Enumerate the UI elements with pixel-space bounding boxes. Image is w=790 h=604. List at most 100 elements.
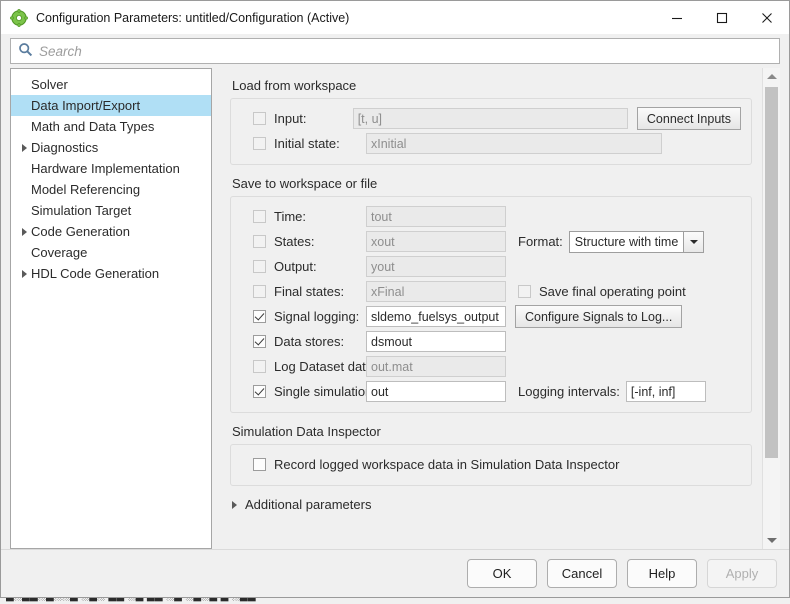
group-load-from-workspace: Input: [t, u] Connect Inputs Initial sta… <box>230 98 752 165</box>
group-simulation-data-inspector: Record logged workspace data in Simulati… <box>230 444 752 486</box>
connect-inputs-button[interactable]: Connect Inputs <box>636 107 741 130</box>
expand-arrow-icon[interactable] <box>17 269 31 278</box>
ok-button[interactable]: OK <box>467 559 537 588</box>
settings-pane-wrap: Load from workspace Input: [t, u] Connec… <box>220 68 780 549</box>
section-title-simulation-data-inspector: Simulation Data Inspector <box>232 424 381 439</box>
initial-state-checkbox[interactable] <box>253 137 266 150</box>
row-states: States: xout Format: Structure with time <box>241 229 741 254</box>
tree-item-data-import-export[interactable]: Data Import/Export <box>11 95 211 116</box>
output-field[interactable]: yout <box>366 256 506 277</box>
close-icon[interactable] <box>744 1 789 34</box>
tree-item-solver[interactable]: Solver <box>11 74 211 95</box>
input-checkbox[interactable] <box>253 112 266 125</box>
log-dataset-to-file-checkbox[interactable] <box>253 360 266 373</box>
data-stores-label: Data stores: <box>274 334 345 349</box>
tree-item-diagnostics[interactable]: Diagnostics <box>11 137 211 158</box>
record-logged-workspace-data-label: Record logged workspace data in Simulati… <box>274 457 620 472</box>
states-checkbox[interactable] <box>253 235 266 248</box>
signal-logging-checkbox[interactable] <box>253 310 266 323</box>
apply-button: Apply <box>707 559 777 588</box>
signal-logging-field[interactable]: sldemo_fuelsys_output <box>366 306 506 327</box>
search-icon <box>18 42 33 60</box>
input-field[interactable]: [t, u] <box>352 108 628 129</box>
tree-item-label: Data Import/Export <box>31 98 141 113</box>
tree-item-simulation-target[interactable]: Simulation Target <box>11 200 211 221</box>
logging-intervals-label: Logging intervals: <box>518 384 620 399</box>
row-output: Output: yout <box>241 254 741 279</box>
row-time: Time: tout <box>241 204 741 229</box>
additional-parameters-label: Additional parameters <box>245 497 372 512</box>
tree-item-code-generation[interactable]: Code Generation <box>11 221 211 242</box>
save-final-operating-point-checkbox[interactable] <box>518 285 531 298</box>
data-stores-field[interactable]: dsmout <box>366 331 506 352</box>
additional-parameters-expander[interactable]: Additional parameters <box>232 497 752 512</box>
search-row: Search <box>1 34 789 68</box>
final-states-field[interactable]: xFinal <box>366 281 506 302</box>
title-bar: Configuration Parameters: untitled/Confi… <box>1 1 789 34</box>
search-placeholder: Search <box>39 43 82 59</box>
tree-item-label: Coverage <box>31 245 88 260</box>
row-initial-state: Initial state: xInitial <box>241 131 741 156</box>
simulink-config-icon <box>10 8 28 27</box>
scrollbar-track[interactable] <box>763 85 780 532</box>
log-dataset-to-file-field[interactable]: out.mat <box>366 356 506 377</box>
final-states-checkbox[interactable] <box>253 285 266 298</box>
signal-logging-label: Signal logging: <box>274 309 360 324</box>
configuration-parameters-window: Configuration Parameters: untitled/Confi… <box>0 0 790 598</box>
logging-intervals-field[interactable]: [-inf, inf] <box>625 381 706 402</box>
tree-item-math-and-data-types[interactable]: Math and Data Types <box>11 116 211 137</box>
initial-state-label: Initial state: <box>274 136 340 151</box>
tree-item-label: Diagnostics <box>31 140 99 155</box>
time-checkbox[interactable] <box>253 210 266 223</box>
scroll-down-icon[interactable] <box>763 532 780 549</box>
row-signal-logging: Signal logging: sldemo_fuelsys_output Co… <box>241 304 741 329</box>
help-button[interactable]: Help <box>627 559 697 588</box>
section-title-load-from-workspace: Load from workspace <box>232 78 357 93</box>
expand-arrow-icon <box>232 500 237 509</box>
group-save-to-workspace: Time: tout States: xout Format: Structur… <box>230 196 752 413</box>
chevron-down-icon[interactable] <box>683 231 704 252</box>
time-field[interactable]: tout <box>366 206 506 227</box>
save-final-operating-point-label: Save final operating point <box>539 284 686 299</box>
final-states-label: Final states: <box>274 284 345 299</box>
scroll-up-icon[interactable] <box>763 68 780 85</box>
content-split: Solver Data Import/Export Math and Data … <box>1 68 789 549</box>
row-final-states: Final states: xFinal Save final operatin… <box>241 279 741 304</box>
format-dropdown[interactable]: Structure with time <box>568 230 705 253</box>
configure-signals-to-log-button[interactable]: Configure Signals to Log... <box>515 305 683 328</box>
expand-arrow-icon[interactable] <box>17 227 31 236</box>
tree-item-label: Code Generation <box>31 224 131 239</box>
pane-scrollbar[interactable] <box>762 68 780 549</box>
tree-item-label: Simulation Target <box>31 203 132 218</box>
category-tree[interactable]: Solver Data Import/Export Math and Data … <box>10 68 212 549</box>
scrollbar-thumb[interactable] <box>765 87 778 458</box>
minimize-icon[interactable] <box>654 1 699 34</box>
dialog-footer: OK Cancel Help Apply <box>1 549 789 597</box>
time-label: Time: <box>274 209 307 224</box>
single-simulation-output-field[interactable]: out <box>366 381 506 402</box>
tree-item-hdl-code-generation[interactable]: HDL Code Generation <box>11 263 211 284</box>
window-controls <box>654 1 789 34</box>
states-label: States: <box>274 234 315 249</box>
window-title: Configuration Parameters: untitled/Confi… <box>36 10 350 25</box>
input-label: Input: <box>274 111 307 126</box>
row-data-stores: Data stores: dsmout <box>241 329 741 354</box>
row-single-simulation-output: Single simulation output: out Logging in… <box>241 379 741 404</box>
output-checkbox[interactable] <box>253 260 266 273</box>
states-field[interactable]: xout <box>366 231 506 252</box>
tree-item-coverage[interactable]: Coverage <box>11 242 211 263</box>
tree-item-hardware-implementation[interactable]: Hardware Implementation <box>11 158 211 179</box>
expand-arrow-icon[interactable] <box>17 143 31 152</box>
cancel-button[interactable]: Cancel <box>547 559 617 588</box>
tree-item-label: Math and Data Types <box>31 119 155 134</box>
tree-item-model-referencing[interactable]: Model Referencing <box>11 179 211 200</box>
single-simulation-output-checkbox[interactable] <box>253 385 266 398</box>
row-log-dataset-to-file: Log Dataset data to file: out.mat <box>241 354 741 379</box>
maximize-icon[interactable] <box>699 1 744 34</box>
data-stores-checkbox[interactable] <box>253 335 266 348</box>
record-logged-workspace-data-checkbox[interactable] <box>253 458 266 471</box>
search-input[interactable]: Search <box>10 38 780 64</box>
initial-state-field[interactable]: xInitial <box>366 133 662 154</box>
settings-pane: Load from workspace Input: [t, u] Connec… <box>220 68 762 549</box>
tree-item-label: HDL Code Generation <box>31 266 160 281</box>
